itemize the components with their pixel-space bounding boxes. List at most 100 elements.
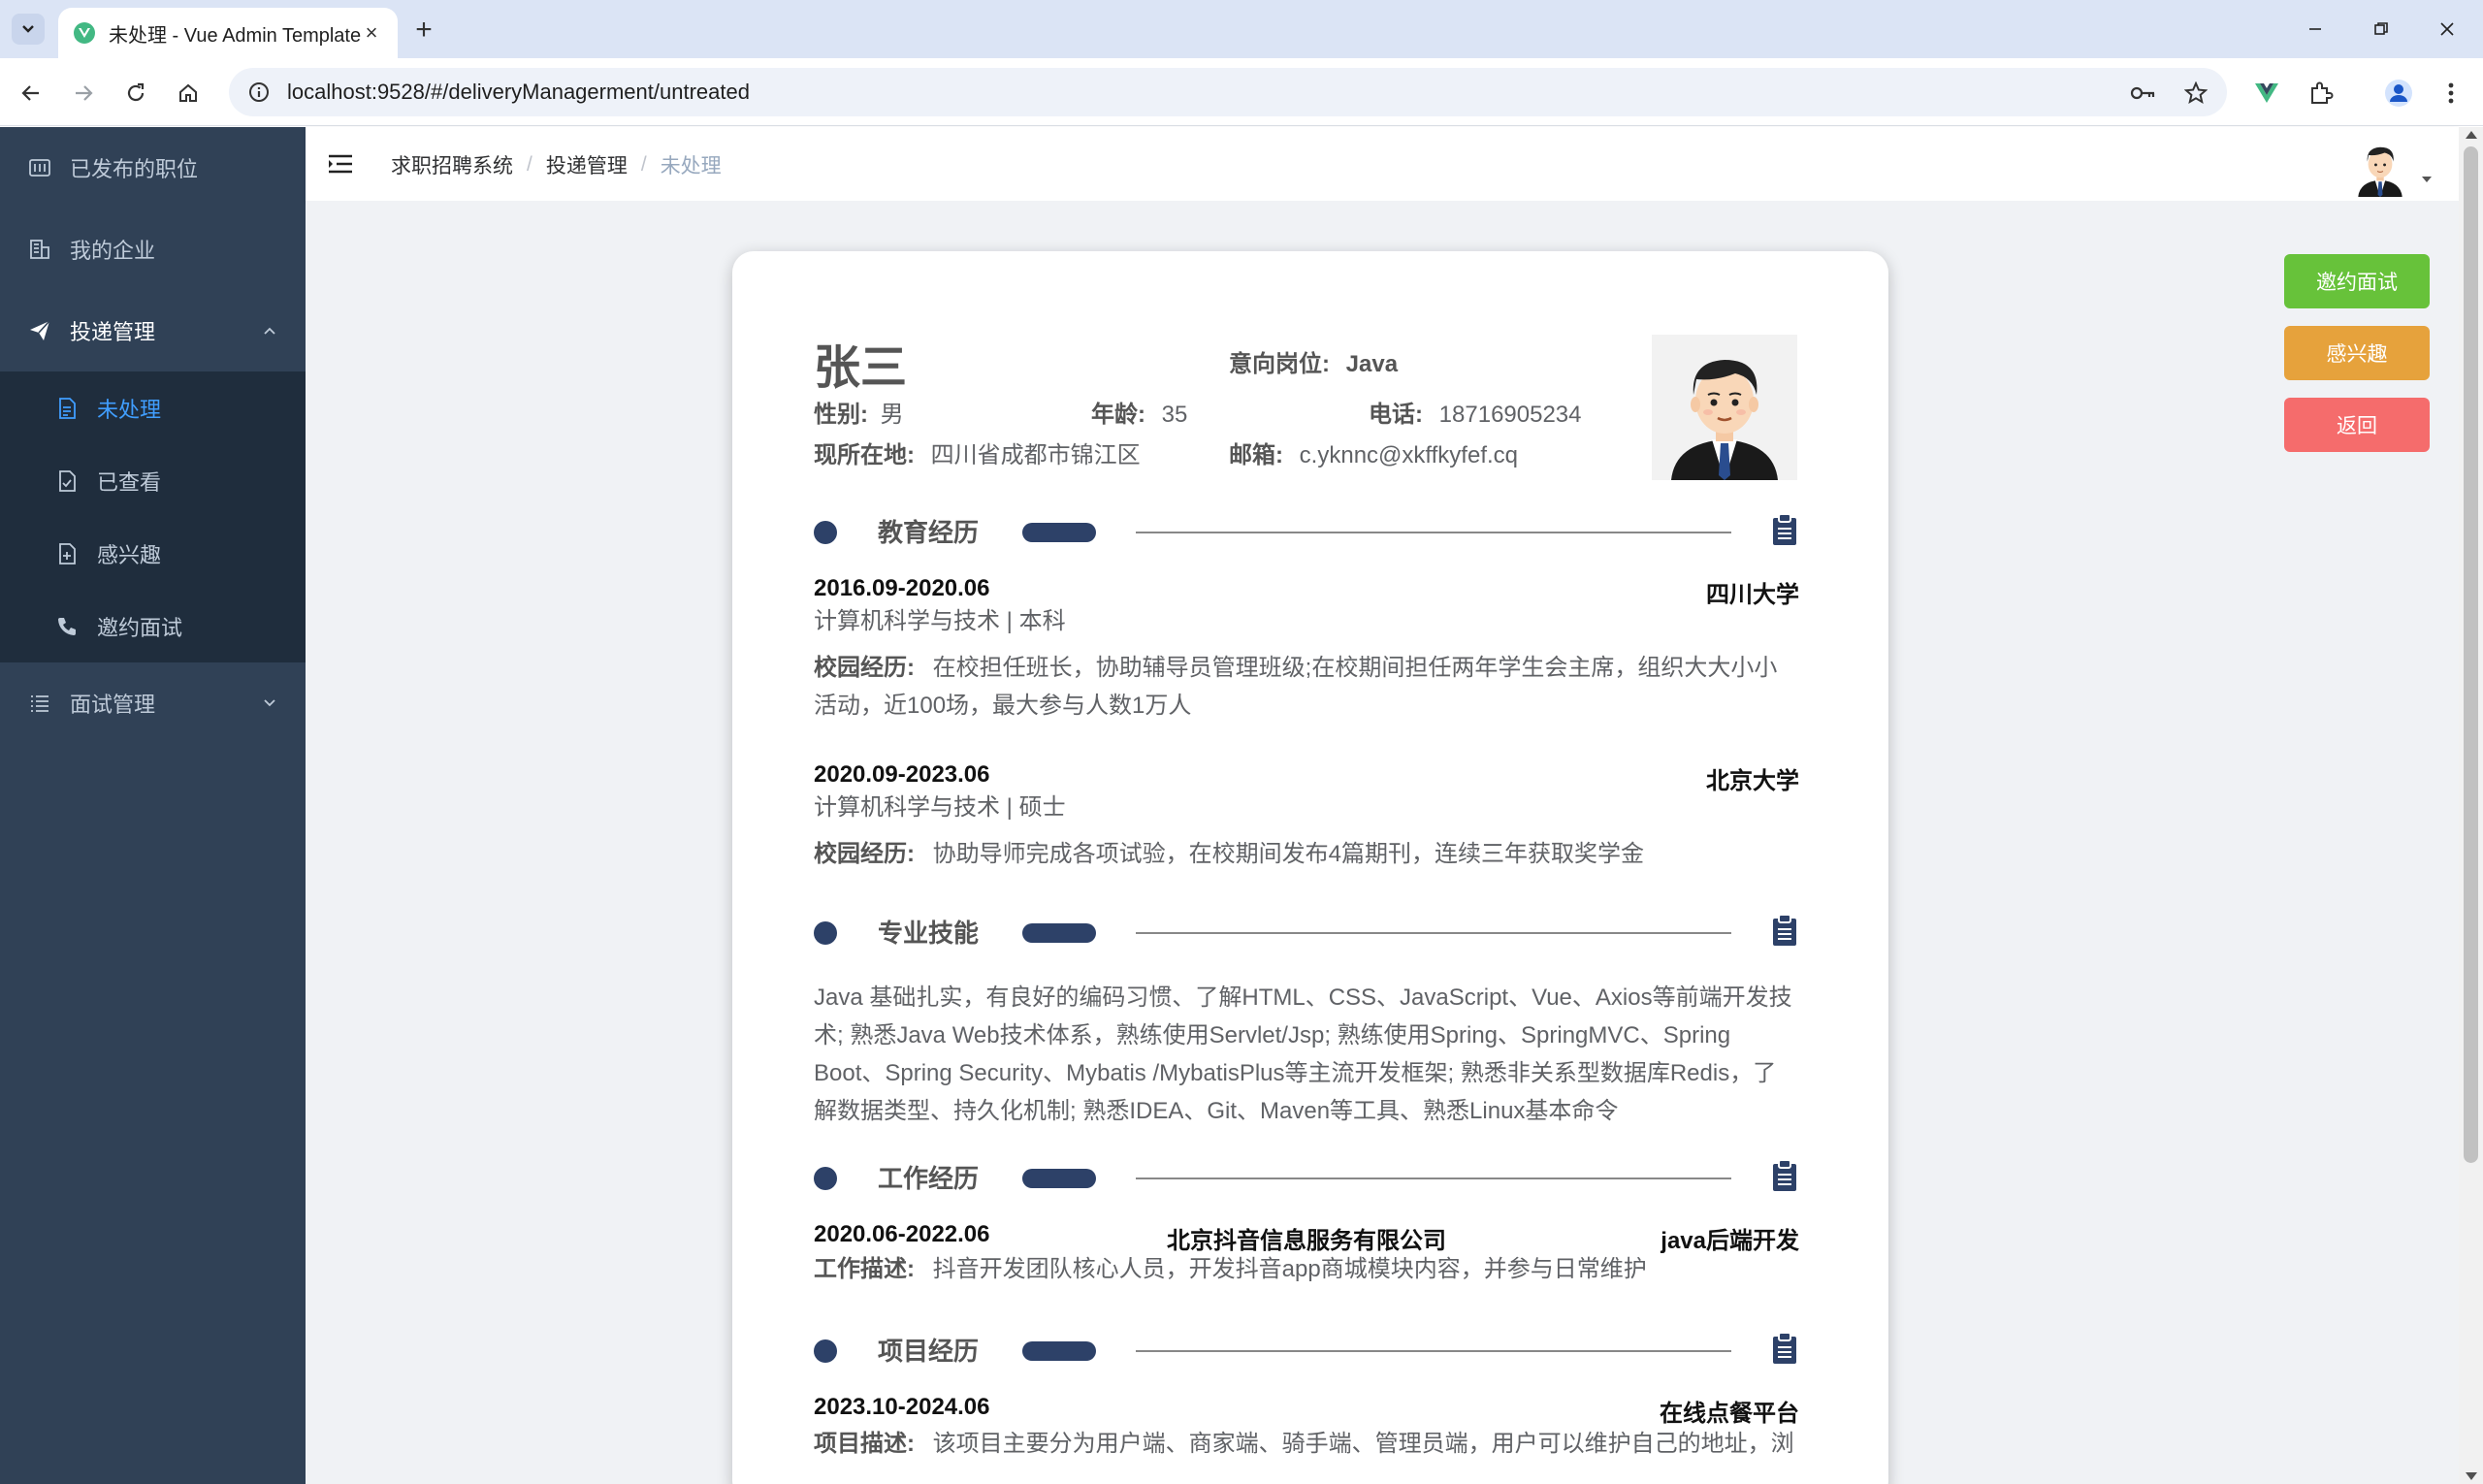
extensions-puzzle-icon[interactable] bbox=[2305, 77, 2338, 110]
sidebar: 已发布的职位 我的企业 投递管理 未处理 已查看 感兴趣 邀约面试 面试管理 bbox=[0, 127, 306, 1484]
field-label: 年龄: bbox=[1091, 402, 1145, 428]
section-title: 教育经历 bbox=[878, 518, 980, 547]
sidebar-item-label: 我的企业 bbox=[70, 239, 156, 263]
field-label: 项目描述: bbox=[814, 1431, 915, 1457]
back-button[interactable]: 返回 bbox=[2284, 398, 2430, 452]
section-divider bbox=[1136, 532, 1731, 533]
field-value: c.yknnc@xkffkyfef.cq bbox=[1299, 442, 1518, 468]
grid-icon bbox=[27, 155, 52, 180]
section-pill bbox=[1022, 1169, 1096, 1188]
sidebar-subitem-untreated[interactable]: 未处理 bbox=[0, 371, 306, 444]
profile-icon[interactable] bbox=[2382, 77, 2415, 110]
chevron-down-icon bbox=[261, 694, 278, 712]
browser-tab-active[interactable]: 未处理 - Vue Admin Template × bbox=[58, 8, 398, 58]
breadcrumb-separator: / bbox=[640, 153, 647, 176]
sidebar-subitem-label: 已查看 bbox=[97, 469, 162, 495]
vue-favicon-icon bbox=[74, 22, 95, 44]
gender-field: 性别: 男 bbox=[814, 395, 904, 429]
invite-interview-button[interactable]: 邀约面试 bbox=[2284, 254, 2430, 308]
section-header-skills: 专业技能 bbox=[814, 912, 1799, 951]
interested-button[interactable]: 感兴趣 bbox=[2284, 326, 2430, 380]
sidebar-subitem-label: 邀约面试 bbox=[97, 615, 183, 640]
reload-icon bbox=[127, 82, 145, 102]
phone-icon bbox=[54, 614, 80, 639]
intended-position: 意向岗位: Java bbox=[1229, 344, 1398, 378]
address-bar[interactable]: localhost:9528/#/deliveryManagerment/unt… bbox=[229, 68, 2227, 116]
field-label: 电话: bbox=[1369, 402, 1423, 428]
email-field: 邮箱: c.yknnc@xkffkyfef.cq bbox=[1229, 436, 1518, 469]
caret-down-icon[interactable] bbox=[2420, 174, 2434, 185]
sidebar-subitem-invite-interview[interactable]: 邀约面试 bbox=[0, 590, 306, 662]
breadcrumb-item-current: 未处理 bbox=[660, 155, 722, 177]
breadcrumb-separator: / bbox=[527, 153, 532, 176]
scroll-up-arrow-icon[interactable] bbox=[2466, 131, 2477, 139]
restore-window-icon[interactable] bbox=[2357, 10, 2405, 48]
section-dot bbox=[814, 1339, 837, 1363]
sidebar-subitem-viewed[interactable]: 已查看 bbox=[0, 444, 306, 517]
section-header-project: 项目经历 bbox=[814, 1330, 1799, 1369]
arrow-right-icon bbox=[76, 85, 93, 101]
work-description: 工作描述: 抖音开发团队核心人员，开发抖音app商城模块内容，并参与日常维护 bbox=[814, 1250, 1799, 1288]
key-icon[interactable] bbox=[2130, 80, 2157, 107]
sidebar-item-label: 已发布的职位 bbox=[70, 157, 199, 181]
field-label: 意向岗位: bbox=[1229, 351, 1330, 377]
forward-nav-button[interactable] bbox=[64, 74, 103, 113]
sidebar-item-interview-management[interactable]: 面试管理 bbox=[0, 662, 306, 744]
education-major: 计算机科学与技术 | 硕士 bbox=[814, 794, 1066, 821]
document-plus-icon bbox=[54, 541, 80, 566]
phone-field: 电话: 18716905234 bbox=[1369, 395, 1582, 429]
close-window-icon[interactable] bbox=[2423, 10, 2471, 48]
submenu-delivery: 未处理 已查看 感兴趣 邀约面试 bbox=[0, 371, 306, 662]
education-period: 2020.09-2023.06 bbox=[814, 761, 990, 788]
hamburger-toggle-icon[interactable] bbox=[327, 150, 354, 177]
field-value: Java bbox=[1345, 351, 1399, 377]
home-button[interactable] bbox=[169, 74, 208, 113]
sidebar-item-published-jobs[interactable]: 已发布的职位 bbox=[0, 127, 306, 209]
breadcrumb-item[interactable]: 求职招聘系统 bbox=[391, 150, 513, 179]
site-info-icon[interactable] bbox=[248, 81, 270, 103]
user-avatar[interactable] bbox=[2350, 137, 2410, 197]
breadcrumb-item[interactable]: 投递管理 bbox=[546, 150, 628, 179]
section-pill bbox=[1022, 923, 1096, 943]
field-value: 协助导师完成各项试验，在校期间发布4篇期刊，连续三年获取奖学金 bbox=[932, 841, 1645, 867]
education-major: 计算机科学与技术 | 本科 bbox=[814, 608, 1066, 634]
new-tab-button[interactable]: + bbox=[407, 14, 440, 47]
sidebar-subitem-interested[interactable]: 感兴趣 bbox=[0, 517, 306, 590]
section-pill bbox=[1022, 1341, 1096, 1361]
section-header-education: 教育经历 bbox=[814, 511, 1799, 550]
field-label: 现所在地: bbox=[814, 442, 915, 468]
minimize-window-icon[interactable] bbox=[2291, 10, 2339, 48]
chevron-down-icon bbox=[22, 25, 34, 33]
sidebar-item-delivery-management[interactable]: 投递管理 bbox=[0, 290, 306, 371]
bookmark-star-icon[interactable] bbox=[2182, 80, 2209, 107]
vue-devtools-extension-icon[interactable] bbox=[2250, 77, 2283, 110]
clipboard-icon bbox=[1773, 914, 1796, 946]
scroll-down-arrow-icon[interactable] bbox=[2466, 1472, 2477, 1480]
field-value: 男 bbox=[880, 402, 904, 428]
skills-text: Java 基础扎实，有良好的编码习惯、了解HTML、CSS、JavaScript… bbox=[814, 984, 1792, 1124]
work-row: 2020.06-2022.06 北京抖音信息服务有限公司 java后端开发 bbox=[814, 1221, 1799, 1254]
paper-plane-icon bbox=[27, 318, 52, 343]
field-label: 性别: bbox=[814, 402, 868, 428]
close-tab-icon[interactable]: × bbox=[361, 20, 382, 45]
section-dot bbox=[814, 1167, 837, 1190]
section-divider bbox=[1136, 1178, 1731, 1179]
app-navbar: 求职招聘系统 / 投递管理 / 未处理 bbox=[306, 127, 2459, 201]
scrollbar-thumb[interactable] bbox=[2464, 146, 2478, 1163]
location-field: 现所在地: 四川省成都市锦江区 bbox=[814, 436, 1141, 469]
section-dot bbox=[814, 521, 837, 544]
field-value: 四川省成都市锦江区 bbox=[930, 442, 1141, 468]
education-period: 2016.09-2020.06 bbox=[814, 575, 990, 601]
clipboard-icon bbox=[1773, 1159, 1796, 1191]
section-divider bbox=[1136, 1350, 1731, 1352]
clipboard-icon bbox=[1773, 1332, 1796, 1364]
reload-button[interactable] bbox=[116, 74, 155, 113]
tab-list-button[interactable] bbox=[12, 14, 45, 45]
project-description: 项目描述: 该项目主要分为用户端、商家端、骑手端、管理员端，用户可以维护自己的地… bbox=[814, 1425, 1799, 1463]
browser-toolbar: localhost:9528/#/deliveryManagerment/unt… bbox=[0, 58, 2483, 126]
page-scrollbar[interactable] bbox=[2459, 127, 2483, 1484]
browser-menu-icon[interactable] bbox=[2435, 77, 2467, 110]
back-nav-button[interactable] bbox=[12, 74, 50, 113]
sidebar-item-my-company[interactable]: 我的企业 bbox=[0, 209, 306, 290]
clipboard-icon bbox=[1773, 513, 1796, 545]
